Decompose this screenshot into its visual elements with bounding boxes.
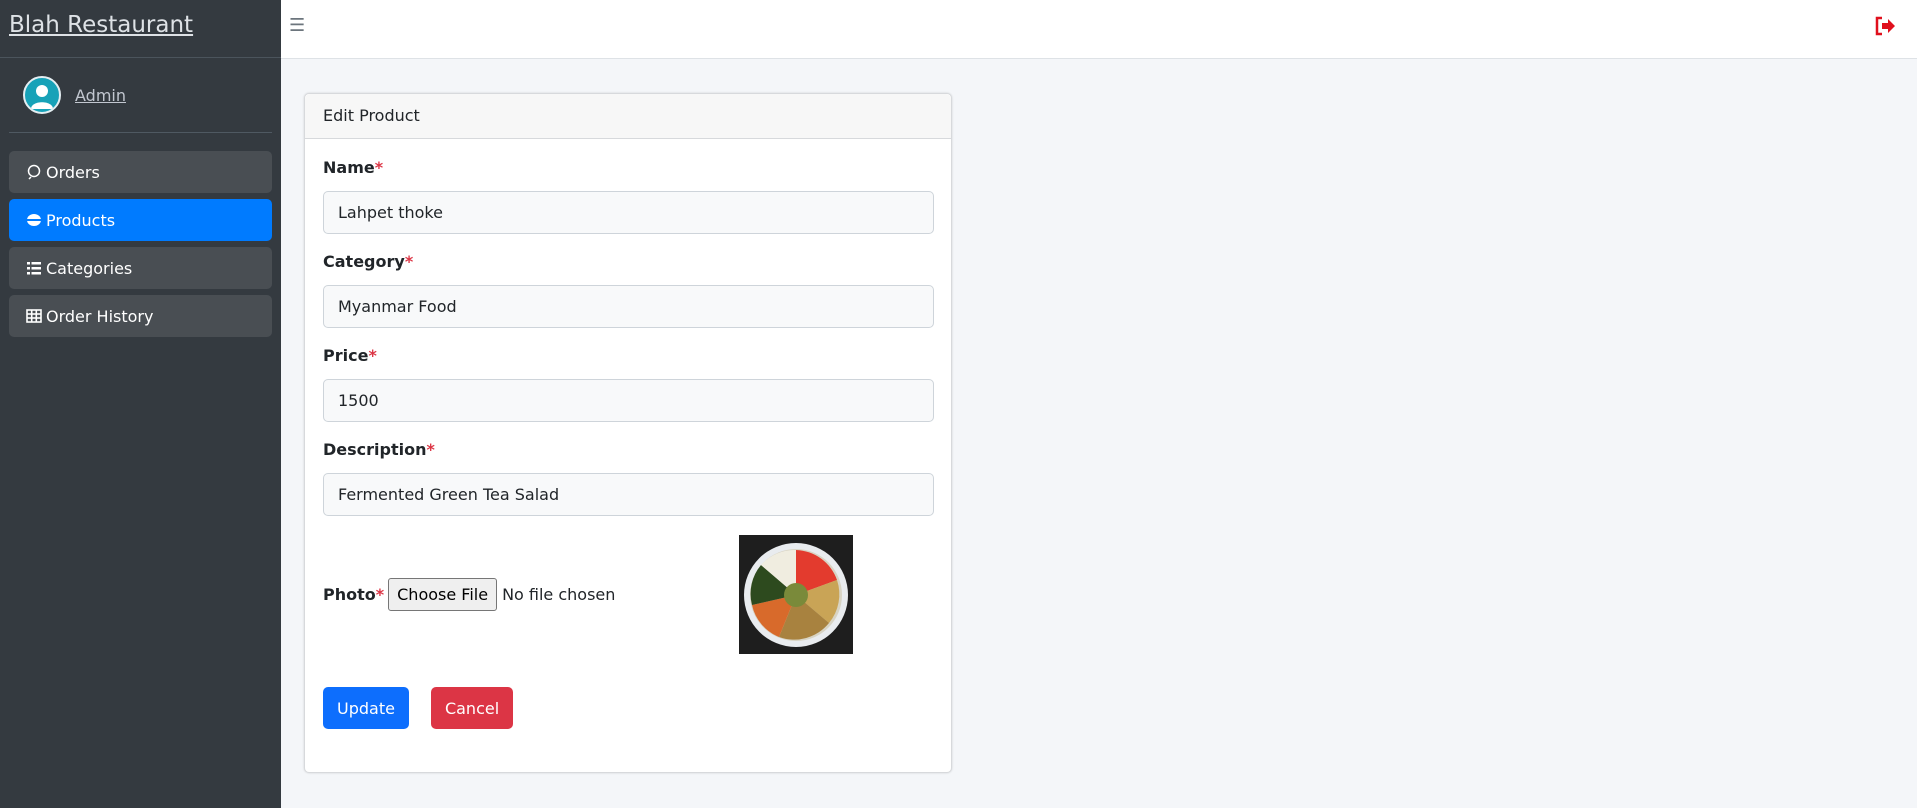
required-mark: * [374, 158, 384, 177]
hamburger-icon[interactable]: ☰ [289, 15, 305, 36]
photo-group: Photo* Choose File No file chosen [323, 534, 933, 654]
category-label: Category* [323, 252, 414, 271]
edit-product-card: Edit Product Name* Category* Price* Desc… [304, 93, 952, 773]
sidebar: Blah Restaurant Admin Orders Products Ca… [0, 0, 281, 808]
required-mark: * [375, 584, 385, 604]
price-group: Price* [323, 346, 934, 422]
choose-file-button[interactable]: Choose File [388, 577, 498, 611]
user-avatar-icon [23, 76, 61, 114]
required-mark: * [404, 252, 414, 271]
name-group: Name* [323, 158, 934, 234]
sidebar-nav: Orders Products Categories Order History [0, 133, 281, 337]
product-photo-thumbnail [739, 534, 854, 654]
description-input[interactable] [323, 473, 934, 516]
required-mark: * [426, 440, 435, 459]
name-input[interactable] [323, 191, 934, 234]
sidebar-item-label: Order History [46, 306, 154, 326]
brand-link[interactable]: Blah Restaurant [0, 0, 281, 58]
price-label: Price* [323, 346, 377, 365]
sidebar-item-order-history[interactable]: Order History [9, 295, 272, 337]
cancel-button[interactable]: Cancel [430, 687, 514, 729]
products-icon [26, 212, 42, 228]
name-label: Name* [323, 158, 384, 177]
card-title: Edit Product [305, 94, 951, 139]
orders-icon [26, 164, 42, 180]
description-label: Description* [323, 440, 435, 459]
sidebar-item-categories[interactable]: Categories [9, 247, 272, 289]
logout-icon[interactable] [1873, 14, 1897, 38]
sidebar-item-label: Orders [46, 162, 100, 182]
update-button[interactable]: Update [323, 687, 409, 729]
form-actions: Update Cancel [323, 687, 933, 729]
photo-label: Photo* [323, 584, 385, 604]
user-name-link[interactable]: Admin [75, 86, 126, 105]
file-status-text: No file chosen [502, 584, 616, 604]
price-input[interactable] [323, 379, 934, 422]
required-mark: * [368, 346, 377, 365]
top-navbar: ☰ [281, 0, 1917, 59]
table-icon [26, 308, 42, 324]
sidebar-item-label: Categories [46, 258, 133, 278]
category-group: Category* [323, 252, 934, 328]
sidebar-item-products[interactable]: Products [9, 199, 272, 241]
list-icon [26, 260, 42, 276]
category-input[interactable] [323, 285, 934, 328]
user-panel: Admin [9, 58, 272, 133]
description-group: Description* [323, 440, 934, 516]
sidebar-item-orders[interactable]: Orders [9, 151, 272, 193]
sidebar-item-label: Products [46, 210, 116, 230]
